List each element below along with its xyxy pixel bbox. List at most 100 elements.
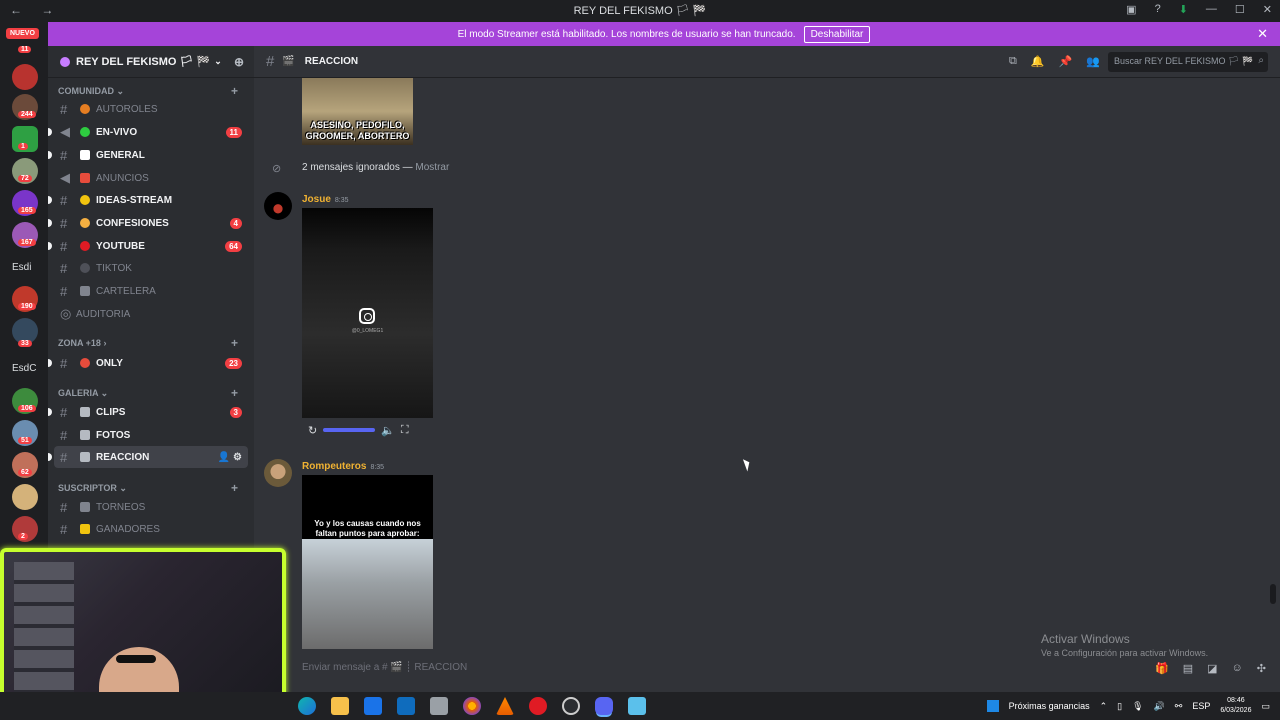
settings-gear-icon[interactable]: ⚙ [233,452,242,463]
gamepad-icon [80,502,90,512]
server-label[interactable]: EsdC [12,363,36,374]
channel-reaccion[interactable]: # REACCION 👤 ⚙ [48,446,248,468]
firefox-icon[interactable] [463,697,481,715]
add-channel-icon[interactable]: + [231,84,238,98]
add-channel-icon[interactable]: + [231,336,238,350]
add-channel-icon[interactable]: + [231,386,238,400]
channel-fotos[interactable]: # FOTOS [54,424,248,446]
disable-streamer-button[interactable]: Deshabilitar [803,25,871,43]
sticker-icon[interactable]: ◪ [1207,662,1217,675]
channel-clips[interactable]: # CLIPS 3 [48,401,248,423]
camera-icon [80,430,90,440]
bell-icon[interactable]: 🔔 [1031,55,1045,68]
channel-torneos[interactable]: # TORNEOS [54,496,248,518]
channel-title: REACCION [304,56,359,67]
mention-badge: 11 [225,126,242,138]
pin-icon[interactable]: 📌 [1059,55,1073,68]
show-ignored-link[interactable]: Mostrar [415,162,449,173]
edge-icon[interactable] [298,697,316,715]
channel-auditoria[interactable]: ◎ AUDITORIA [54,303,248,325]
invite-icon[interactable]: 👤 [218,452,230,463]
channel-anuncios[interactable]: ◀ ANUNCIOS [54,167,248,189]
file-explorer-icon[interactable] [331,697,349,715]
store-icon[interactable] [364,697,382,715]
meme-image[interactable]: ASESINO, PEDOFILO, GROOMER, ABORTERO [302,78,413,145]
fullscreen-icon[interactable]: ⛶ [401,424,409,437]
category-comunidad[interactable]: COMUNIDAD ⌄ + [58,84,244,98]
language-indicator[interactable]: ESP [1192,701,1210,711]
threads-icon[interactable]: ⧉ [1009,55,1017,68]
channel-ganadores[interactable]: # GANADORES [54,518,248,540]
avatar[interactable] [264,192,292,220]
guild-header[interactable]: REY DEL FEKISMO 🏳 🏁 ⌄ ⊕ [48,46,254,78]
meme-caption: Yo y los causas cuando nos faltan puntos… [314,519,421,538]
channel-tiktok[interactable]: # TIKTOK [54,257,248,279]
emoji-icon[interactable]: ☺ [1232,662,1243,675]
unread-indicator [48,408,52,416]
video-embed[interactable]: @0_LOMEG1 [302,208,433,418]
mic-icon[interactable]: 🎙 [1132,701,1143,712]
notification-icon[interactable]: ▭ [1261,701,1270,712]
category-galeria[interactable]: GALERIA ⌄ + [58,386,244,400]
meme-scene [302,539,433,649]
channel-youtube[interactable]: # YOUTUBE 64 [48,235,248,257]
maximize-icon[interactable]: ☐ [1235,3,1245,16]
channel-general[interactable]: # GENERAL [48,144,248,166]
add-channel-icon[interactable]: + [231,481,238,495]
download-icon[interactable]: ⬇ [1179,3,1188,16]
obs-icon[interactable] [562,697,580,715]
clock[interactable]: 08:46 6/03/2026 [1220,696,1251,716]
megaphone-icon: ◀ [60,124,70,139]
battery-icon[interactable]: ▯ [1117,701,1122,712]
notepad-icon[interactable] [628,697,646,715]
channel-confesiones[interactable]: # CONFESIONES 4 [48,212,248,234]
volume-icon[interactable]: 🔈 [381,424,395,437]
clapperboard-icon [80,452,90,462]
add-member-icon[interactable]: ⊕ [234,55,244,69]
gift-icon[interactable]: 🎁 [1155,662,1169,675]
trophy-icon [80,524,90,534]
close-window-icon[interactable]: ✕ [1263,3,1272,16]
chevron-up-icon[interactable]: ⌃ [1100,701,1108,712]
message-input[interactable]: Enviar mensaje a # 🎬 ┊ REACCION [302,662,467,673]
opera-icon[interactable] [529,697,547,715]
news-widget[interactable]: Próximas ganancias [1009,701,1090,711]
message-author[interactable]: Josue 8:35 [302,194,349,205]
close-banner-icon[interactable]: ✕ [1257,26,1268,42]
scrollbar[interactable] [1270,584,1276,604]
message-author[interactable]: Rompeuteros 8:35 [302,461,384,472]
channel-en-vivo[interactable]: ◀ EN-VIVO 11 [48,121,248,143]
vlc-icon[interactable] [496,697,514,715]
members-icon[interactable]: 👥 [1086,55,1100,68]
volume-slider[interactable] [323,428,376,432]
help-icon[interactable]: ? [1155,3,1161,16]
gif-icon[interactable]: ▤ [1183,662,1193,675]
replay-icon[interactable]: ↻ [308,424,317,437]
server-label[interactable]: Esdi [12,262,31,273]
channel-autoroles[interactable]: # AUTOROLES [54,98,248,120]
discord-icon[interactable] [595,697,613,715]
outlook-icon[interactable] [397,697,415,715]
channel-cartelera[interactable]: # CARTELERA [54,280,248,302]
minimize-icon[interactable]: — [1206,3,1217,16]
speaker-icon[interactable]: 🔊 [1154,701,1165,712]
server-icon[interactable] [12,64,38,90]
unread-indicator [48,453,52,461]
server-icon[interactable] [12,484,38,510]
search-input[interactable]: Buscar REY DEL FEKISMO 🏳 🏁 [1108,52,1268,72]
screen-share-icon[interactable]: ▣ [1126,3,1136,16]
guild-badge-icon [60,56,70,67]
new-badge[interactable]: NUEVO [6,28,39,39]
channel-only[interactable]: # ONLY 23 [48,352,248,374]
hash-icon: # [60,355,68,371]
meme-video[interactable]: Yo y los causas cuando nos faltan puntos… [302,475,433,649]
channel-ideas-stream[interactable]: # IDEAS-STREAM [48,189,248,211]
apps-icon[interactable]: ✣ [1257,662,1266,675]
category-suscriptor[interactable]: SUSCRIPTOR ⌄ + [58,481,244,495]
avatar[interactable] [264,459,292,487]
hash-icon: # [60,449,68,465]
hash-icon: # [60,238,68,254]
category-zona-18[interactable]: ZONA +18 › + [58,336,244,350]
app-icon[interactable] [430,697,448,715]
network-icon[interactable]: ⚯ [1175,701,1183,712]
